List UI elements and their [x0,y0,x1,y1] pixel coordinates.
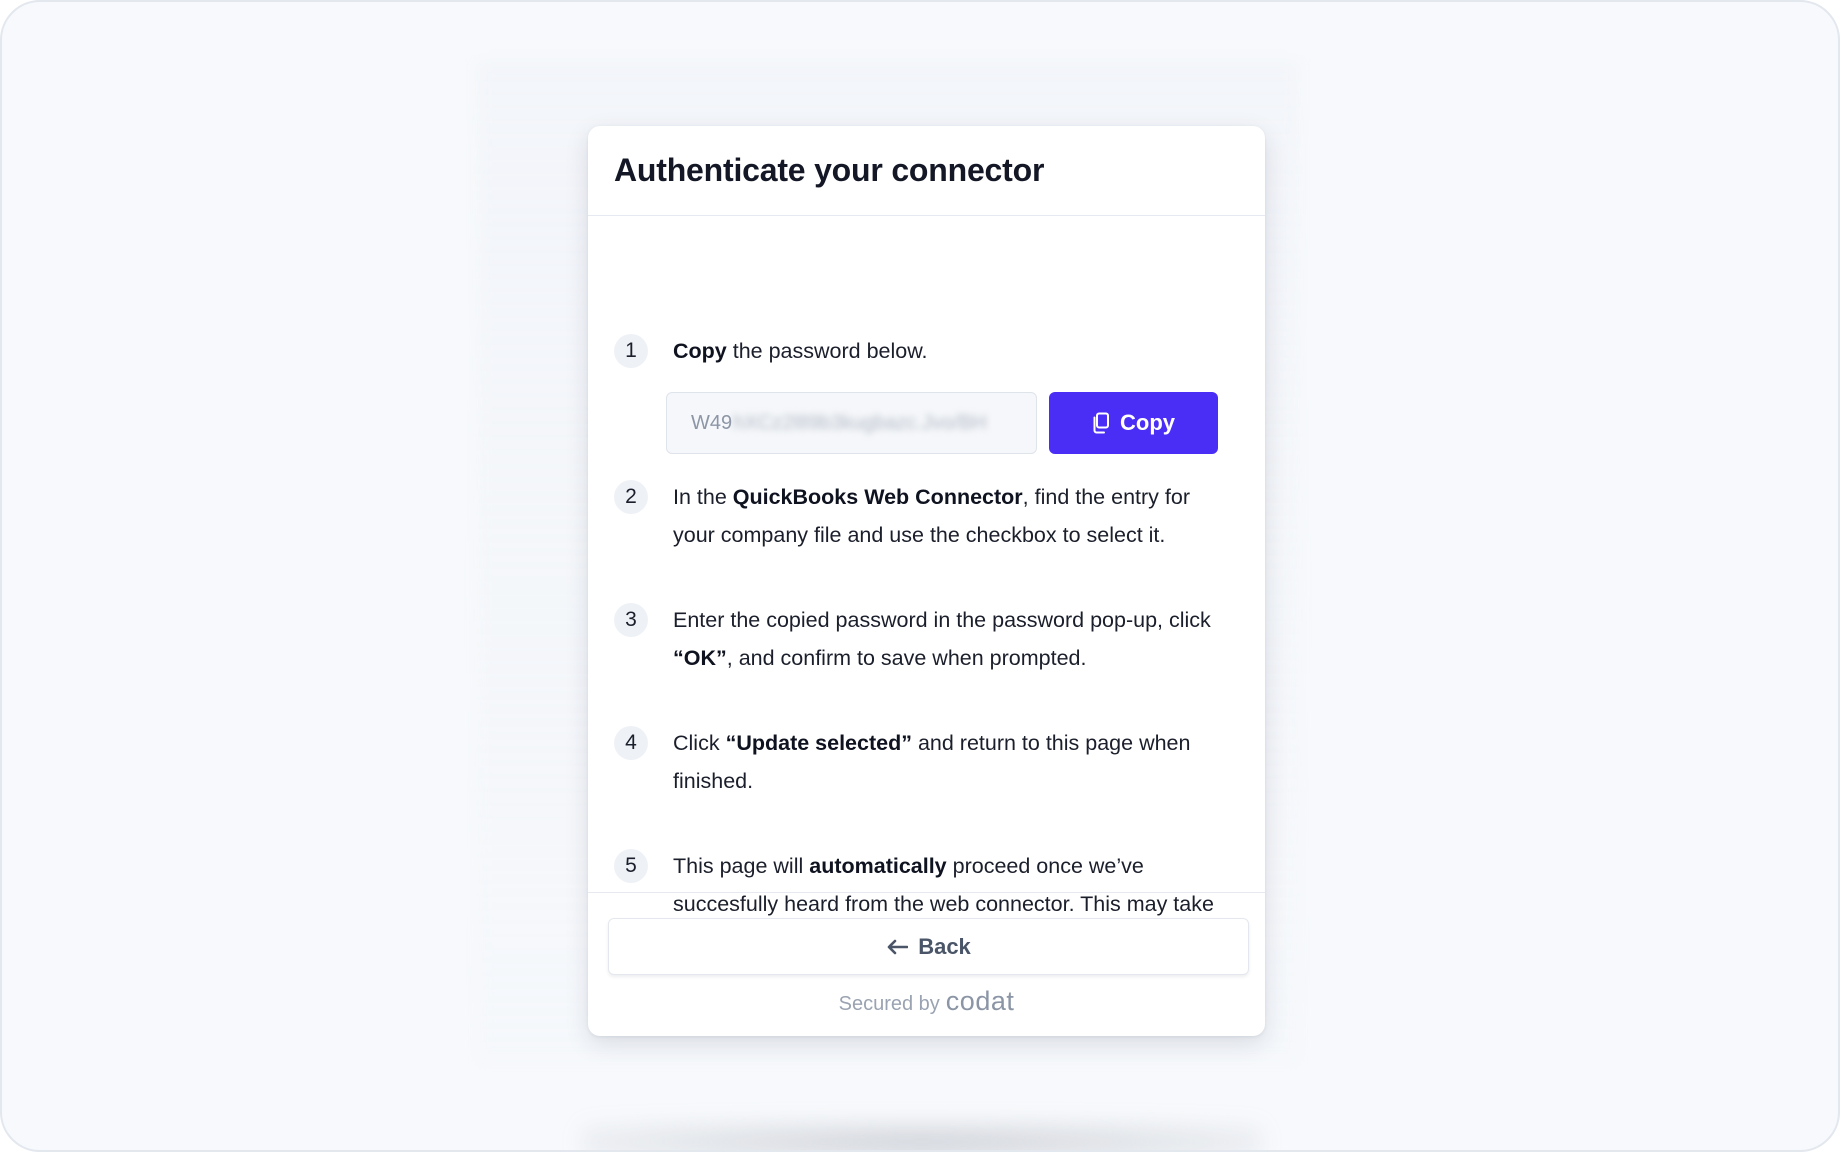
secured-by-text: Secured by [838,993,940,1015]
step-text-emphasis: automatically [809,854,947,878]
back-button[interactable]: Back [608,918,1249,975]
app-frame: Authenticate your connector 1 Copy the p… [0,0,1840,1152]
step-text: Copy the password below. [673,332,928,370]
step-text-segment: This page will [673,854,810,878]
card-header: Authenticate your connector [588,126,1265,216]
password-field[interactable]: W49 hXCz2l89b3kugbazc.Jvo/BH [666,392,1037,454]
step-text: Click “Update selected” and return to th… [673,724,1234,800]
step-text-emphasis: Copy [673,339,727,363]
step-text: Enter the copied password in the passwor… [673,601,1234,677]
password-row: W49 hXCz2l89b3kugbazc.Jvo/BH Copy [666,392,1218,454]
footer-divider [588,892,1265,893]
copy-icon [1093,412,1109,434]
step-number: 1 [614,334,648,368]
secured-by: Secured by codat [588,986,1265,1017]
codat-logo: codat [945,986,1015,1016]
arrow-left-icon [887,939,909,954]
copy-button-label: Copy [1120,410,1175,435]
step-text-segment: Enter the copied password in the passwor… [673,608,1211,632]
step-text-segment: the password below. [726,339,928,363]
step-text-emphasis: “OK” [673,646,727,670]
step-text-emphasis: “Update selected” [725,731,912,755]
step-text-segment: Click [673,731,726,755]
step-2: 2 In the QuickBooks Web Connector, find … [614,480,1234,554]
step-number: 5 [614,849,648,883]
step-3: 3 Enter the copied password in the passw… [614,603,1234,677]
background-shadow-bottom [582,1122,1262,1150]
step-text: In the QuickBooks Web Connector, find th… [673,478,1234,554]
password-obscured: hXCz2l89b3kugbazc.Jvo/BH [733,411,987,434]
page-title: Authenticate your connector [614,152,1045,188]
step-number: 3 [614,603,648,637]
step-1: 1 Copy the password below. [614,334,1234,370]
step-number: 4 [614,726,648,760]
step-number: 2 [614,480,648,514]
step-text-segment: In the [673,485,733,509]
step-4: 4 Click “Update selected” and return to … [614,726,1234,800]
step-text-emphasis: QuickBooks Web Connector [732,485,1023,509]
password-visible-prefix: W49 [691,411,733,434]
step-text-segment: , and confirm to save when prompted. [726,646,1087,670]
copy-button[interactable]: Copy [1049,392,1218,454]
auth-card: Authenticate your connector 1 Copy the p… [588,126,1265,1036]
back-button-label: Back [918,933,971,959]
